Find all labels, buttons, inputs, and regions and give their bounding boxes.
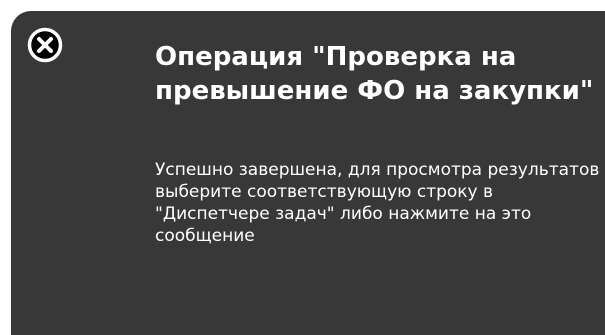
close-icon xyxy=(27,27,63,63)
close-button[interactable] xyxy=(27,27,63,63)
notification-toast[interactable]: Операция "Проверка на превышение ФО на з… xyxy=(11,11,605,335)
notification-message: Успешно завершена, для просмотра результ… xyxy=(155,160,600,246)
notification-title: Операция "Проверка на превышение ФО на з… xyxy=(155,42,594,106)
